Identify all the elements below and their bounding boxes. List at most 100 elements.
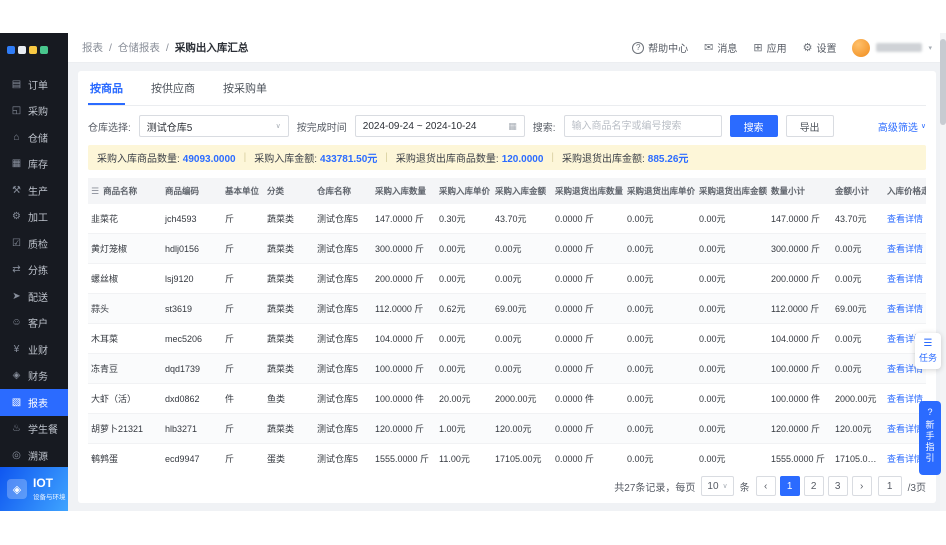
column-settings-icon[interactable]: ☰	[91, 186, 99, 196]
warehouse-select[interactable]: 测试仓库5 ∨	[139, 115, 289, 137]
sidebar-item-purchase[interactable]: ◱采购	[0, 98, 68, 125]
sidebar-item-trace[interactable]: ◎溯源	[0, 442, 68, 467]
view-detail-link[interactable]: 查看详情	[887, 454, 923, 464]
page-size-select[interactable]: 10 ∨	[701, 476, 733, 496]
sidebar-item-label: 生产	[28, 183, 48, 198]
chevron-down-icon: ∨	[723, 482, 728, 490]
table-cell: 蔬菜类	[264, 354, 314, 384]
action-label: 应用	[767, 40, 787, 55]
help-center-icon: ?	[632, 42, 644, 54]
table-row: 大虾（活）dxd0862件鱼类测试仓库5100.0000 件20.00元2000…	[88, 384, 926, 414]
view-detail-link[interactable]: 查看详情	[887, 394, 923, 404]
tab-by-product[interactable]: 按商品	[88, 71, 125, 105]
page-list: ‹123›	[756, 476, 872, 496]
table-cell: 螺丝椒	[88, 264, 162, 294]
table-cell: dqd1739	[162, 354, 222, 384]
search-button[interactable]: 搜索	[730, 115, 778, 137]
export-button[interactable]: 导出	[786, 115, 834, 137]
search-input[interactable]	[564, 115, 722, 137]
sidebar-item-processing[interactable]: ⚙加工	[0, 204, 68, 231]
table-header-row: ☰商品名称商品编码基本单位分类仓库名称采购入库数量采购入库单价采购入库金额采购退…	[88, 178, 926, 204]
breadcrumb-item[interactable]: 仓储报表	[118, 40, 160, 55]
table-cell: 0.0000 斤	[552, 264, 624, 294]
sidebar-item-qc[interactable]: ☑质检	[0, 230, 68, 257]
guide-icon: ?	[919, 407, 941, 417]
sidebar-item-inventory[interactable]: ▦库存	[0, 151, 68, 178]
view-detail-link[interactable]: 查看详情	[887, 274, 923, 284]
table-cell: 200.0000 斤	[372, 264, 436, 294]
breadcrumb-item[interactable]: 采购出入库汇总	[175, 40, 249, 55]
settings-icon: ⚙	[803, 41, 813, 54]
summary-bar: 采购入库商品数量:49093.0000|采购入库金额:433781.50元|采购…	[88, 145, 926, 170]
tab-by-supplier[interactable]: 按供应商	[149, 71, 197, 105]
table-cell: 0.30元	[436, 204, 492, 234]
task-icon: ☰	[915, 338, 941, 349]
date-range-picker[interactable]: 2024-09-24 ~ 2024-10-24 ▦	[355, 115, 525, 137]
summary-value: 433781.50元	[320, 154, 377, 165]
view-detail-link[interactable]: 查看详情	[887, 214, 923, 224]
summary-table: ☰商品名称商品编码基本单位分类仓库名称采购入库数量采购入库单价采购入库金额采购退…	[88, 178, 926, 469]
processing-icon: ⚙	[11, 211, 22, 222]
page-button[interactable]: 2	[804, 476, 824, 496]
col-header: 数量小计	[768, 178, 832, 204]
breadcrumb-item[interactable]: 报表	[82, 40, 103, 55]
task-panel-button[interactable]: ☰ 任务	[915, 333, 941, 369]
pagination: 共27条记录，每页 10 ∨ 条 ‹123› 1 /3页	[88, 469, 926, 503]
summary-label: 采购退货出库商品数量:	[396, 154, 499, 165]
sidebar-item-order[interactable]: ▤订单	[0, 71, 68, 98]
tab-by-purchase-order[interactable]: 按采购单	[221, 71, 269, 105]
page-button[interactable]: 1	[780, 476, 800, 496]
sidebar-item-student-meal[interactable]: ♨学生餐	[0, 416, 68, 443]
guide-label: 新手指引	[924, 420, 937, 464]
table-row: 鹌鹑蛋ecd9947斤蛋类测试仓库51555.0000 斤11.00元17105…	[88, 444, 926, 470]
action-help-center[interactable]: ?帮助中心	[632, 40, 688, 55]
action-settings[interactable]: ⚙设置	[803, 40, 837, 55]
header-actions: ?帮助中心 ✉消息 ⊞应用 ⚙设置	[632, 40, 836, 55]
user-menu[interactable]: ▾	[852, 39, 932, 57]
action-messages[interactable]: ✉消息	[704, 40, 737, 55]
table-cell: 69.00元	[492, 294, 552, 324]
view-detail-link[interactable]: 查看详情	[887, 304, 923, 314]
col-header-label: 商品名称	[103, 186, 137, 196]
newbie-guide-button[interactable]: ? 新手指引	[919, 401, 941, 475]
table-cell: 1555.0000 斤	[372, 444, 436, 470]
sidebar-item-report[interactable]: ▧报表	[0, 389, 68, 416]
sidebar-item-warehouse[interactable]: ⌂仓储	[0, 124, 68, 151]
table-cell: 20.00元	[436, 384, 492, 414]
sidebar-footer-iot[interactable]: ◈ IOT 设备与环境	[0, 467, 68, 511]
summary-separator: |	[244, 152, 247, 163]
sidebar-item-finance[interactable]: ◈财务	[0, 363, 68, 390]
sidebar-item-sorting[interactable]: ⇄分拣	[0, 257, 68, 284]
table-cell: 100.0000 件	[768, 384, 832, 414]
table-cell: 斤	[222, 414, 264, 444]
sidebar-item-delivery[interactable]: ➤配送	[0, 283, 68, 310]
col-header: ☰ 商品名称	[88, 178, 162, 204]
view-detail-link[interactable]: 查看详情	[887, 244, 923, 254]
calendar-icon: ▦	[508, 121, 517, 132]
table-cell: 蔬菜类	[264, 324, 314, 354]
table-cell: 0.00元	[832, 354, 884, 384]
action-apps[interactable]: ⊞应用	[753, 40, 786, 55]
page-jump-input[interactable]: 1	[878, 476, 902, 496]
view-detail-link[interactable]: 查看详情	[887, 424, 923, 434]
messages-icon: ✉	[704, 41, 713, 54]
sidebar-item-business-finance[interactable]: ¥业财	[0, 336, 68, 363]
table-cell: 0.00元	[696, 204, 768, 234]
next-page-button[interactable]: ›	[852, 476, 872, 496]
table-cell: 0.00元	[624, 204, 696, 234]
page-button[interactable]: 3	[828, 476, 848, 496]
table-cell: 0.00元	[492, 324, 552, 354]
advanced-filter-toggle[interactable]: 高级筛选 ∨	[878, 119, 926, 134]
sidebar-item-production[interactable]: ⚒生产	[0, 177, 68, 204]
sidebar-item-label: 学生餐	[28, 421, 58, 436]
sorting-icon: ⇄	[11, 264, 22, 275]
prev-page-button[interactable]: ‹	[756, 476, 776, 496]
inventory-icon: ▦	[11, 158, 22, 169]
iot-title: IOT	[33, 477, 66, 490]
logo-square-white	[18, 46, 26, 54]
table-cell: 200.0000 斤	[768, 264, 832, 294]
table-cell: 0.0000 斤	[552, 444, 624, 470]
scrollbar-thumb[interactable]	[940, 39, 946, 125]
col-header-label: 分类	[267, 186, 284, 196]
sidebar-item-customer[interactable]: ☺客户	[0, 310, 68, 337]
